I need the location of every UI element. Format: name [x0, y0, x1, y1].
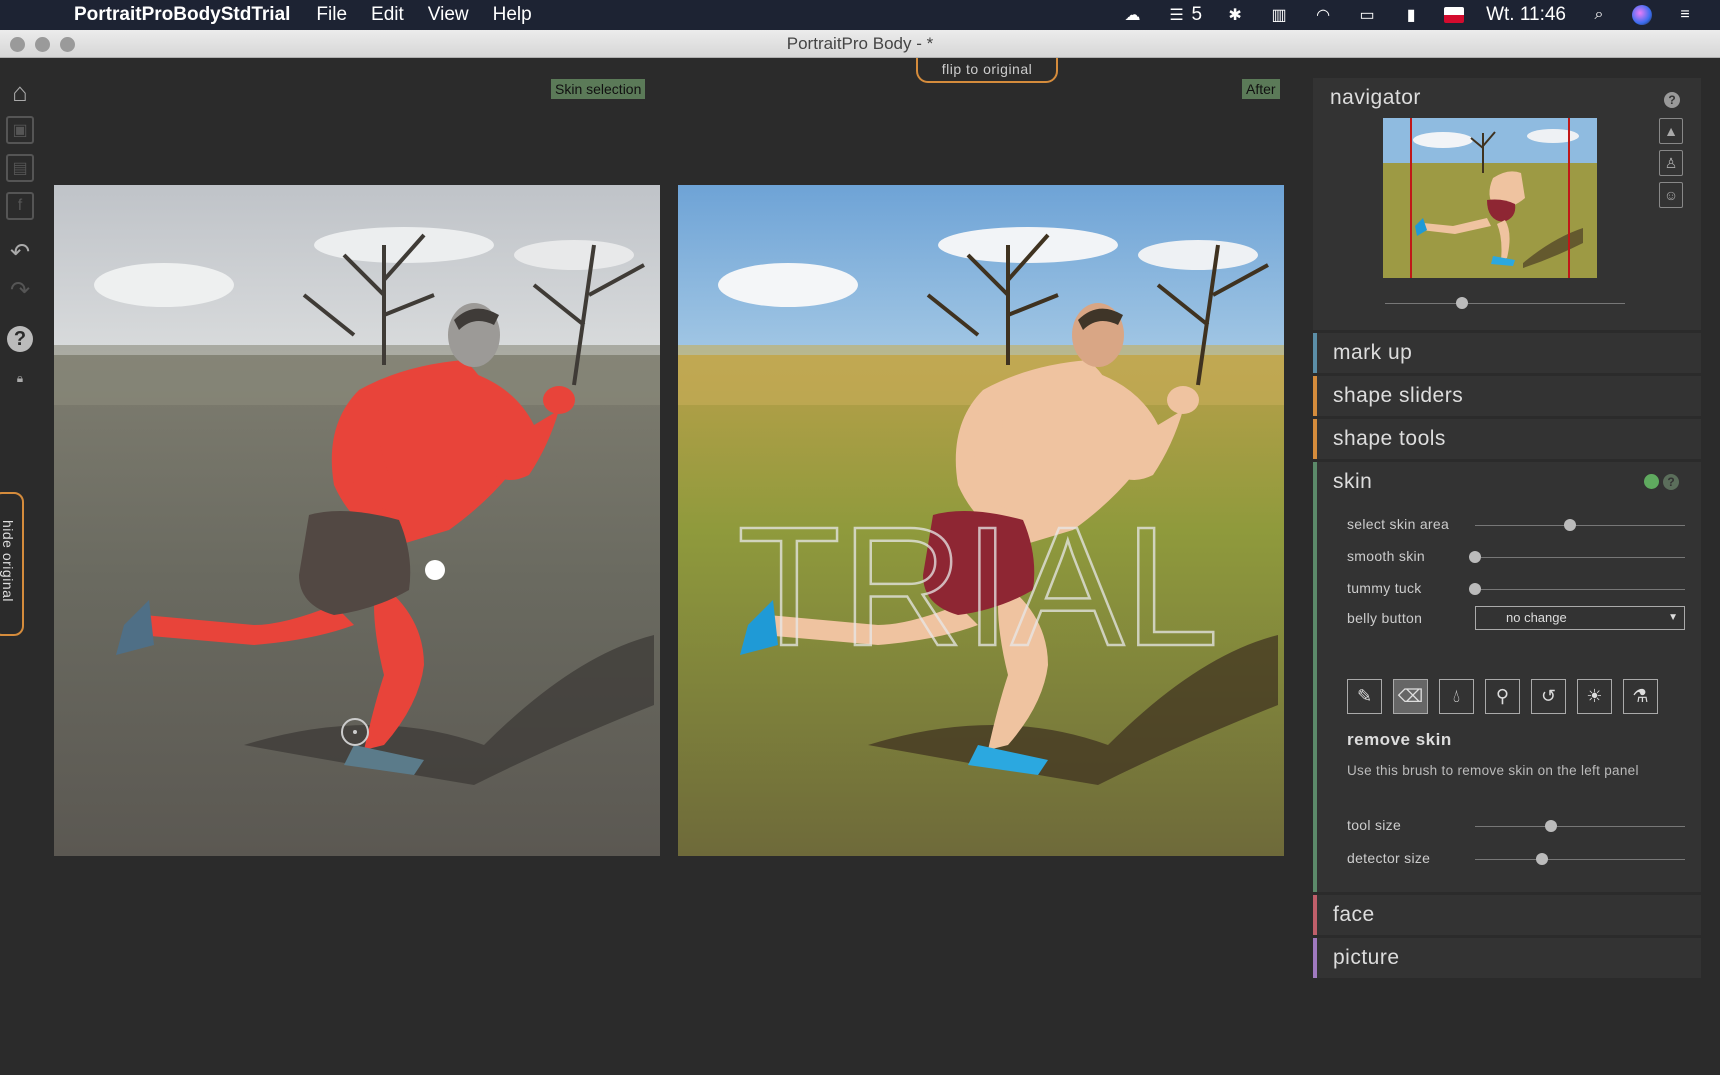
- skin-selection-label: Skin selection: [551, 79, 646, 99]
- export-icon[interactable]: ▤: [6, 154, 34, 182]
- clock[interactable]: Wt. 11:46: [1486, 4, 1566, 26]
- zoom-window-button[interactable]: [60, 37, 75, 52]
- wifi-icon[interactable]: ◠: [1312, 6, 1334, 24]
- battery-icon[interactable]: ▮: [1400, 6, 1422, 24]
- home-icon[interactable]: ⌂: [6, 77, 34, 107]
- after-image[interactable]: TRIAL: [678, 185, 1284, 856]
- close-window-button[interactable]: [10, 37, 25, 52]
- face-section[interactable]: face: [1313, 895, 1701, 935]
- mark-up-section[interactable]: mark up: [1313, 333, 1701, 373]
- minimize-window-button[interactable]: [35, 37, 50, 52]
- skin-selection-canvas[interactable]: [54, 185, 660, 856]
- redo-icon[interactable]: ↷: [6, 276, 34, 304]
- lock-icon[interactable]: 🔒︎: [6, 364, 34, 392]
- face-header[interactable]: face: [1317, 895, 1701, 935]
- notes-count: 5: [1191, 4, 1203, 25]
- facebook-icon[interactable]: f: [6, 192, 34, 220]
- input-language-flag-icon[interactable]: [1444, 7, 1465, 23]
- navigator-zoom-track[interactable]: [1385, 303, 1625, 304]
- hide-original-label: hide original: [0, 520, 16, 602]
- memory-icon[interactable]: ▥: [1268, 6, 1290, 24]
- airplay-icon[interactable]: ▭: [1356, 6, 1378, 24]
- skin-enabled-indicator[interactable]: [1644, 474, 1659, 489]
- save-icon[interactable]: ▣: [6, 116, 34, 144]
- window-title: PortraitPro Body - *: [786, 33, 934, 53]
- siri-icon[interactable]: [1632, 5, 1652, 25]
- creative-cloud-icon[interactable]: ☁: [1122, 6, 1144, 24]
- shape-tools-header[interactable]: shape tools: [1317, 419, 1701, 459]
- spotlight-search-icon[interactable]: ⌕: [1588, 6, 1610, 24]
- undo-icon[interactable]: ↶: [6, 238, 34, 266]
- notification-center-icon[interactable]: ≡: [1674, 6, 1696, 24]
- picture-section[interactable]: picture: [1313, 938, 1701, 978]
- help-icon[interactable]: ?: [7, 326, 33, 352]
- bluetooth-icon[interactable]: ✱: [1224, 6, 1246, 24]
- menu-file[interactable]: File: [316, 4, 347, 26]
- fit-body-icon[interactable]: ♙: [1659, 150, 1683, 176]
- notes-icon: ☰: [1169, 7, 1184, 24]
- notes-status[interactable]: ☰ 5: [1166, 4, 1203, 26]
- navigator-title: navigator: [1330, 86, 1421, 109]
- picture-header[interactable]: picture: [1317, 938, 1701, 978]
- skin-selection-image[interactable]: [54, 185, 660, 856]
- after-label: After: [1242, 79, 1280, 99]
- navigator-thumbnail[interactable]: [1383, 118, 1597, 278]
- navigator-panel: navigator ? ▲ ♙ ☺: [1313, 78, 1701, 330]
- fit-face-icon[interactable]: ☺: [1659, 182, 1683, 208]
- mark-up-header[interactable]: mark up: [1317, 333, 1701, 373]
- hide-original-button[interactable]: hide original: [0, 492, 24, 636]
- window-controls: [10, 37, 75, 52]
- navigator-help-icon[interactable]: ?: [1664, 92, 1680, 108]
- shape-sliders-header[interactable]: shape sliders: [1317, 376, 1701, 416]
- menubar: PortraitProBodyStdTrial File Edit View H…: [0, 0, 1720, 30]
- skin-section: skin ?: [1313, 462, 1701, 892]
- fit-landscape-icon[interactable]: ▲: [1659, 118, 1683, 144]
- menu-view[interactable]: View: [428, 4, 469, 26]
- trial-watermark: TRIAL: [737, 492, 1219, 682]
- menu-help[interactable]: Help: [493, 4, 532, 26]
- window-titlebar: PortraitPro Body - *: [0, 30, 1720, 58]
- navigator-zoom-slider[interactable]: [1455, 297, 1468, 309]
- shape-tools-section[interactable]: shape tools: [1313, 419, 1701, 459]
- app-menu[interactable]: PortraitProBodyStdTrial: [74, 4, 290, 26]
- after-canvas[interactable]: TRIAL: [678, 185, 1284, 856]
- menu-edit[interactable]: Edit: [371, 4, 404, 26]
- shape-sliders-section[interactable]: shape sliders: [1313, 376, 1701, 416]
- right-panel: navigator ? ▲ ♙ ☺ mark up shape sliders …: [1313, 78, 1701, 981]
- skin-help-icon[interactable]: ?: [1663, 474, 1679, 490]
- flip-to-original-button[interactable]: flip to original: [916, 58, 1058, 83]
- navigator-preview-image: [1383, 118, 1597, 278]
